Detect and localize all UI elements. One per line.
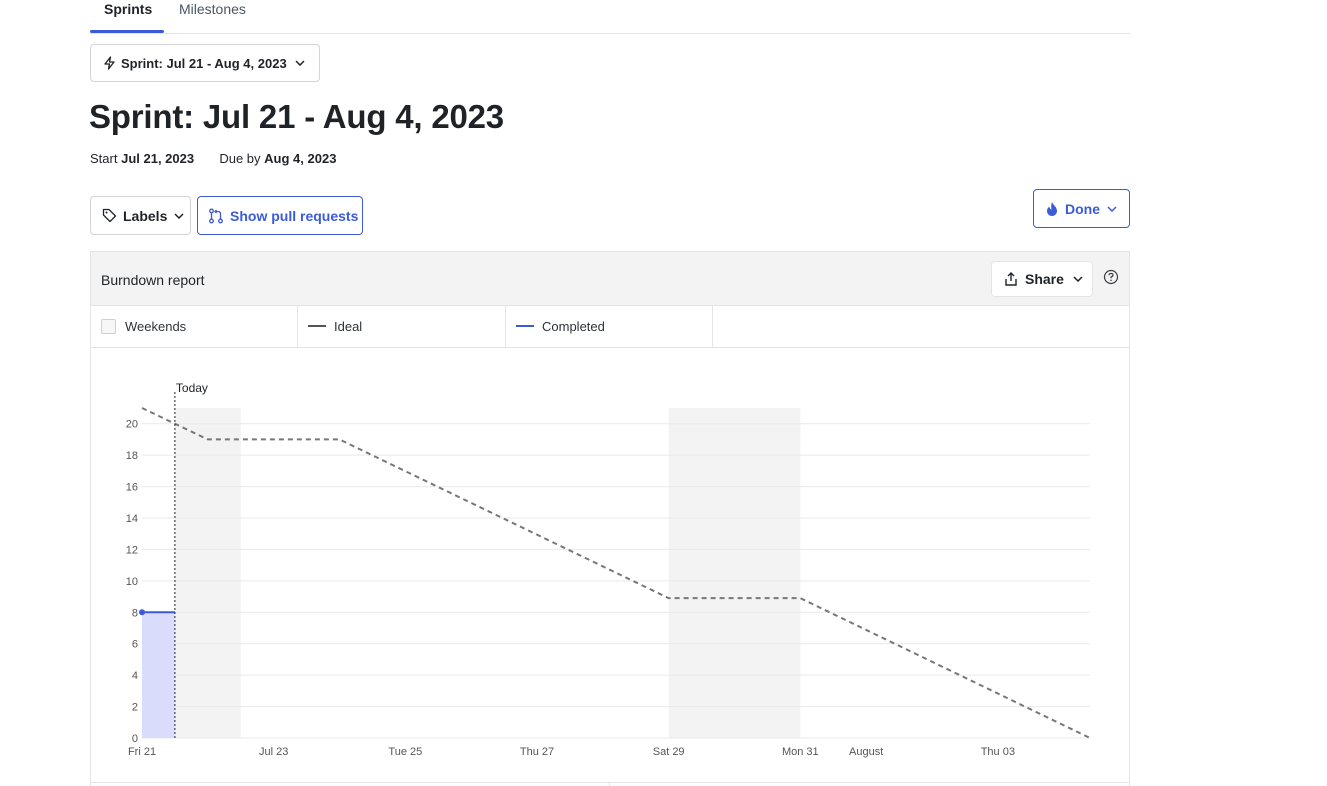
show-pull-requests-label: Show pull requests xyxy=(230,207,359,224)
legend-ideal-label: Ideal xyxy=(334,318,363,334)
pull-request-icon xyxy=(209,208,223,223)
done-filter-button[interactable]: Done xyxy=(1033,189,1130,228)
x-tick-label: Fri 21 xyxy=(128,746,156,758)
y-tick-label: 4 xyxy=(132,670,138,682)
due-date: Aug 4, 2023 xyxy=(264,151,337,166)
panel-footer-divider xyxy=(91,782,1129,783)
sprint-selector[interactable]: Sprint: Jul 21 - Aug 4, 2023 xyxy=(90,44,320,82)
lightning-icon xyxy=(104,56,115,70)
x-tick-label: Thu 27 xyxy=(520,746,554,758)
weekends-checkbox[interactable] xyxy=(101,318,116,334)
completed-point xyxy=(139,609,145,616)
x-tick-label: Thu 03 xyxy=(981,746,1015,758)
share-icon xyxy=(1005,272,1017,286)
done-button-label: Done xyxy=(1065,200,1100,217)
page: Sprints Milestones Sprint: Jul 21 - Aug … xyxy=(0,0,1327,786)
tab-bar: Sprints Milestones xyxy=(90,0,1130,34)
y-tick-label: 12 xyxy=(126,544,138,556)
flame-icon xyxy=(1047,201,1057,216)
legend-weekends-label: Weekends xyxy=(125,318,187,334)
x-tick-label: Jul 23 xyxy=(259,746,288,758)
legend-weekends[interactable]: Weekends xyxy=(91,305,298,347)
active-tab-indicator xyxy=(90,30,164,33)
report-header: Burndown report Share xyxy=(91,252,1129,306)
share-button-label: Share xyxy=(1025,271,1064,287)
tab-milestones[interactable]: Milestones xyxy=(179,1,246,17)
x-tick-label: Mon 31 xyxy=(782,746,819,758)
completed-swatch xyxy=(516,325,534,327)
x-tick-label: August xyxy=(849,746,883,758)
y-tick-label: 2 xyxy=(132,702,138,714)
chevron-down-icon xyxy=(1073,276,1083,282)
labels-button[interactable]: Labels xyxy=(90,196,191,235)
y-tick-label: 6 xyxy=(132,639,138,651)
ideal-swatch xyxy=(308,325,326,327)
ideal-line xyxy=(141,407,1091,739)
chevron-down-icon xyxy=(174,212,184,219)
burndown-chart: 0 2 4 6 8 10 12 14 16 18 20 Fri 21 Jul 23 Tue 25 Thu 2… xyxy=(126,381,1091,758)
legend-completed: Completed xyxy=(506,305,713,347)
show-pull-requests-button[interactable]: Show pull requests xyxy=(197,196,363,235)
tag-icon xyxy=(102,208,117,223)
tab-sprints[interactable]: Sprints xyxy=(104,1,152,17)
help-icon[interactable] xyxy=(1103,269,1119,285)
completed-area xyxy=(142,612,175,738)
chevron-down-icon xyxy=(1107,205,1117,212)
y-tick-label: 8 xyxy=(132,607,138,619)
report-title: Burndown report xyxy=(101,272,205,288)
weekend-band xyxy=(174,408,241,738)
share-button[interactable]: Share xyxy=(991,261,1093,297)
x-tick-label: Sat 29 xyxy=(653,746,685,758)
y-tick-label: 0 xyxy=(132,733,138,745)
y-tick-label: 14 xyxy=(126,513,138,525)
labels-button-label: Labels xyxy=(123,207,168,224)
chart-legend: Weekends Ideal Completed xyxy=(91,305,1129,348)
sprint-dates: Start Jul 21, 2023 Due by Aug 4, 2023 xyxy=(90,151,336,166)
due-label: Due by xyxy=(219,151,261,166)
burndown-report-panel: Burndown report Share Weekends Ideal Com… xyxy=(90,251,1130,786)
y-tick-label: 20 xyxy=(126,419,138,431)
legend-completed-label: Completed xyxy=(542,318,605,334)
start-label: Start xyxy=(90,151,118,166)
panel-footer-split xyxy=(609,782,610,786)
y-tick-label: 10 xyxy=(126,576,138,588)
sprint-selector-label: Sprint: Jul 21 - Aug 4, 2023 xyxy=(121,55,287,71)
burndown-chart-area: 0 2 4 6 8 10 12 14 16 18 20 Fri 21 Jul 23 Tue 25 Thu 2… xyxy=(91,348,1129,785)
weekend-band xyxy=(668,408,801,738)
legend-ideal: Ideal xyxy=(298,305,506,347)
y-tick-label: 18 xyxy=(126,450,138,462)
start-date: Jul 21, 2023 xyxy=(121,151,195,166)
today-label: Today xyxy=(176,381,208,395)
y-tick-label: 16 xyxy=(126,482,138,494)
page-title: Sprint: Jul 21 - Aug 4, 2023 xyxy=(89,98,504,135)
chevron-down-icon xyxy=(295,60,305,66)
x-tick-label: Tue 25 xyxy=(388,746,422,758)
